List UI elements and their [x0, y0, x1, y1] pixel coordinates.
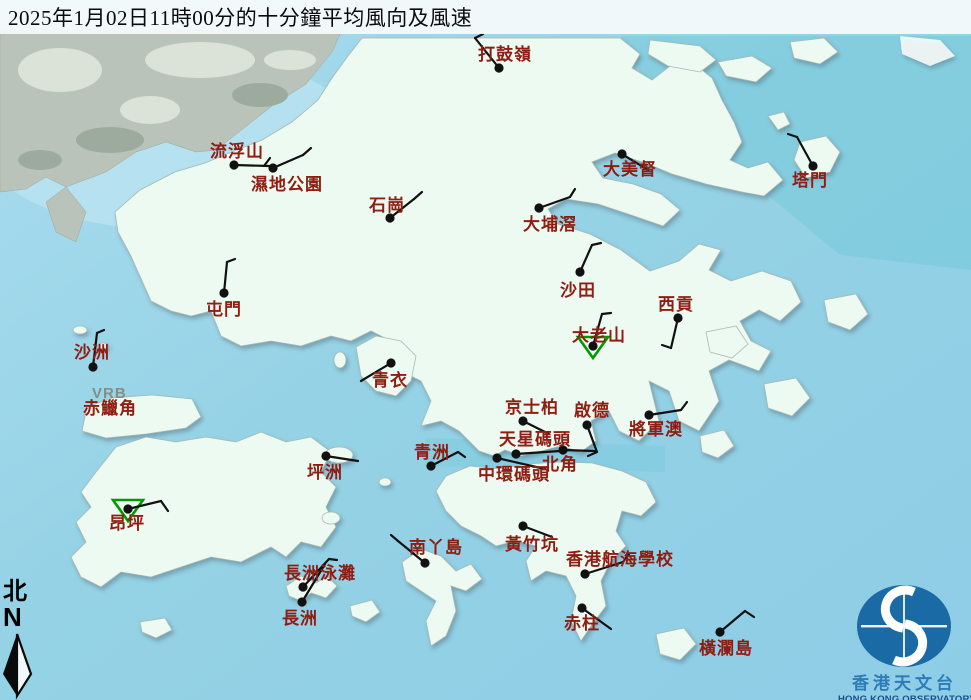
map-title: 2025年1月02日11時00分的十分鐘平均風向及風速: [0, 2, 472, 32]
station-dot-tates-cairn: [588, 341, 597, 350]
wind-barb-tates-cairn-0: [602, 313, 611, 314]
station-dot-peng-chau: [321, 451, 330, 460]
title-bar: 2025年1月02日11時00分的十分鐘平均風向及風速: [0, 0, 971, 34]
hko-logo-icon: [838, 582, 971, 668]
station-dot-tai-mei-tuk: [617, 149, 626, 158]
station-dot-tsing-yi: [386, 358, 395, 367]
kau-yi-chau: [379, 478, 391, 486]
station-dot-lamma-island: [420, 558, 429, 567]
station-dot-tai-po-kau: [534, 203, 543, 212]
station-dot-star-ferry-pier: [511, 449, 520, 458]
hei-ling-chau: [322, 512, 340, 524]
hko-logo: 香港天文台 HONG KONG OBSERVATORY: [838, 582, 971, 700]
station-dot-wong-chuk-hang: [518, 521, 527, 530]
wind-barb-cheung-chau-beach-0: [329, 559, 337, 560]
station-dot-cheung-chau-beach: [298, 582, 307, 591]
station-dot-kings-park: [518, 416, 527, 425]
station-dot-lau-fau-shan: [229, 160, 238, 169]
station-dot-green-island: [426, 461, 435, 470]
compass-north-hanzi: 北: [3, 580, 27, 604]
hko-logo-text-en: HONG KONG OBSERVATORY: [838, 695, 971, 700]
station-dot-ngong-ping: [123, 504, 132, 513]
wind-map: 打鼓嶺流浮山濕地公園石崗大埔滘大美督塔門沙田屯門沙洲大老山西貢青衣VRB赤鱲角京…: [0, 0, 971, 700]
station-dot-cheung-chau: [297, 597, 306, 606]
station-dot-waglan-island: [715, 627, 724, 636]
station-dot-tap-mun: [808, 161, 817, 170]
station-dot-hk-sea-school: [580, 569, 589, 578]
station-dot-central-pier: [492, 453, 501, 462]
station-dot-wetland-park: [268, 163, 277, 172]
islet: [98, 343, 108, 349]
wind-staff-north-point: [563, 450, 595, 451]
compass-north-letter: N: [3, 604, 22, 630]
ma-wan-island: [334, 352, 346, 368]
hongkong-basemap: [0, 0, 971, 700]
station-dot-sha-tin: [575, 267, 584, 276]
station-dot-north-point: [558, 445, 567, 454]
station-dot-sha-chau: [88, 362, 97, 371]
station-dot-kai-tak: [582, 420, 591, 429]
station-dot-tuen-mun: [219, 288, 228, 297]
hko-logo-text-cn: 香港天文台: [838, 675, 971, 692]
station-dot-tseung-kwan-o: [644, 410, 653, 419]
station-dot-shek-kong: [385, 213, 394, 222]
station-dot-sai-kung: [673, 313, 682, 322]
north-arrow-icon: [0, 632, 40, 700]
islet: [73, 326, 87, 334]
station-dot-ta-kwu-ling: [494, 63, 503, 72]
station-dot-stanley: [577, 603, 586, 612]
